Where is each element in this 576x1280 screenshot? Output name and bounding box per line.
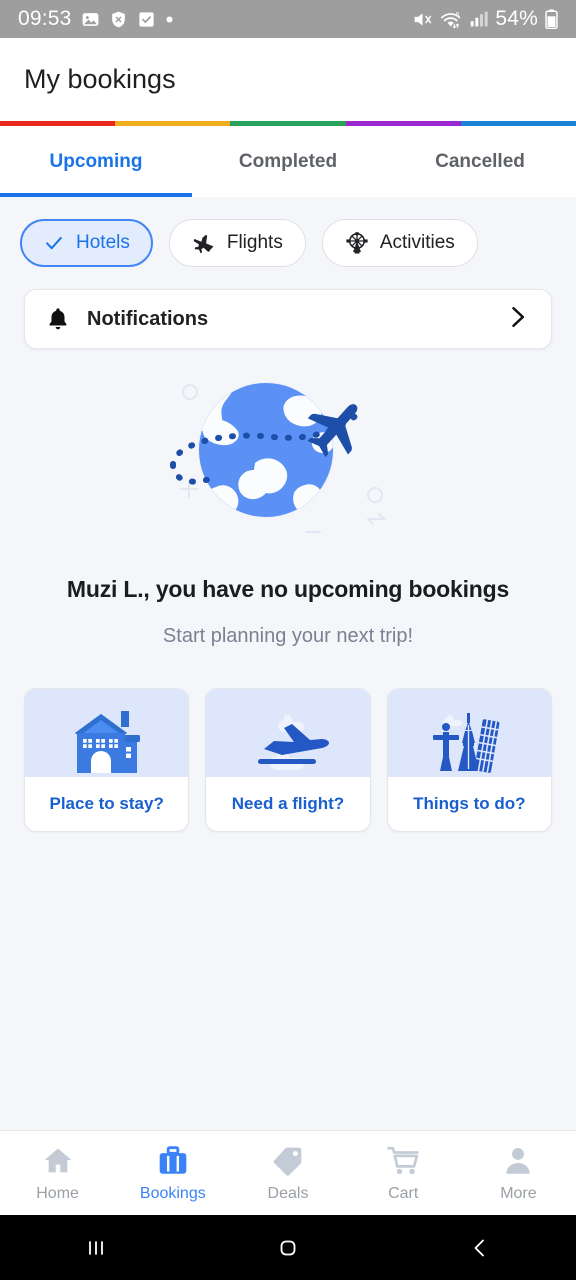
card-art-house [25,689,189,777]
ferris-wheel-icon [345,231,369,255]
main-content: Hotels Flights Activities Notifications [0,197,576,1130]
nav-item-label: Bookings [139,1184,206,1202]
briefcase-icon [156,1144,190,1178]
chip-hotels[interactable]: Hotels [20,219,153,267]
nav-item-label: Deals [267,1184,309,1202]
page-title: My bookings [24,64,176,94]
notifications-section: Notifications [0,267,576,349]
home-icon [41,1144,75,1178]
status-bar-left: 09:53 [18,7,174,31]
chevron-right-icon [503,303,531,336]
back-chevron-icon [474,1239,484,1256]
chip-label: Activities [379,232,455,253]
nav-item-label: Home [36,1184,79,1202]
checkbox-checked-icon [138,11,154,27]
card-place-to-stay[interactable]: Place to stay? [24,688,190,832]
nav-item-more[interactable]: More [461,1144,576,1203]
shopping-cart-icon [386,1144,420,1178]
card-label-need-a-flight: Need a flight? [231,794,345,813]
nav-item-home[interactable]: Home [0,1144,115,1203]
tab-cancelled[interactable]: Cancelled [384,126,576,197]
person-icon [501,1144,535,1178]
tag-icon [271,1144,305,1178]
house-illustration [74,711,140,773]
empty-state-subtitle: Start planning your next trip! [162,625,414,647]
nav-item-deals[interactable]: Deals [230,1144,345,1203]
card-things-to-do[interactable]: Things to do? [386,688,552,832]
nav-item-label: More [500,1184,537,1202]
chip-activities[interactable]: Activities [321,219,478,267]
notifications-row[interactable]: Notifications [24,289,552,349]
home-button[interactable] [192,1235,384,1261]
shield-x-icon [111,11,125,27]
home-square-icon [280,1240,296,1255]
recents-icon [89,1240,103,1255]
dot-icon [166,15,173,23]
globe-with-airplane-illustration [170,382,387,533]
empty-state-illustration-wrap [0,367,576,542]
check-icon [43,232,65,254]
tab-label: Upcoming [49,150,143,172]
card-art-flight [206,689,370,777]
back-button[interactable] [384,1235,576,1261]
status-bar-right: 6 54% [412,7,558,31]
wifi-6-icon: 6 [441,11,461,28]
airplane-clouds-illustration [257,715,329,770]
mute-icon [414,12,432,26]
card-label-things-to-do: Things to do? [413,794,526,813]
bell-icon [49,308,67,330]
landmarks-illustration [433,713,500,773]
svg-text:6: 6 [456,11,460,18]
card-label-place-to-stay: Place to stay? [49,794,164,813]
tab-label: Cancelled [435,150,525,172]
notifications-label: Notifications [87,307,209,330]
tab-upcoming[interactable]: Upcoming [0,126,192,197]
nav-item-bookings[interactable]: Bookings [115,1144,230,1203]
chip-label: Hotels [76,232,130,253]
battery-icon [545,9,558,29]
nav-item-cart[interactable]: Cart [346,1144,461,1203]
battery-percent-label: 54% [495,7,538,30]
recents-button[interactable] [0,1235,192,1261]
status-bar-clock: 09:53 [18,7,72,30]
photos-icon [82,12,98,26]
card-art-activities [387,689,551,777]
phone-screen: 09:53 6 54% My bookings Upcoming Complet… [0,0,576,1280]
empty-state-title: Muzi L., you have no upcoming bookings [66,576,510,602]
page-header: My bookings [0,38,576,121]
nav-item-label: Cart [388,1184,419,1202]
chip-label: Flights [226,232,283,253]
tab-completed[interactable]: Completed [192,126,384,197]
suggestion-cards: Place to stay? Need a flight? Things to … [0,648,576,832]
tab-bar: Upcoming Completed Cancelled [0,126,576,197]
category-filter-chips: Hotels Flights Activities [0,197,576,267]
bottom-navigation-bar: Home Bookings Deals Cart More [0,1130,576,1215]
tab-label: Completed [238,150,338,172]
android-system-navigation [0,1215,576,1280]
cellular-signal-icon [471,11,489,26]
card-need-a-flight[interactable]: Need a flight? [205,688,371,832]
chip-flights[interactable]: Flights [168,219,306,267]
status-bar: 09:53 6 54% [0,0,576,38]
airplane-icon [192,231,216,255]
